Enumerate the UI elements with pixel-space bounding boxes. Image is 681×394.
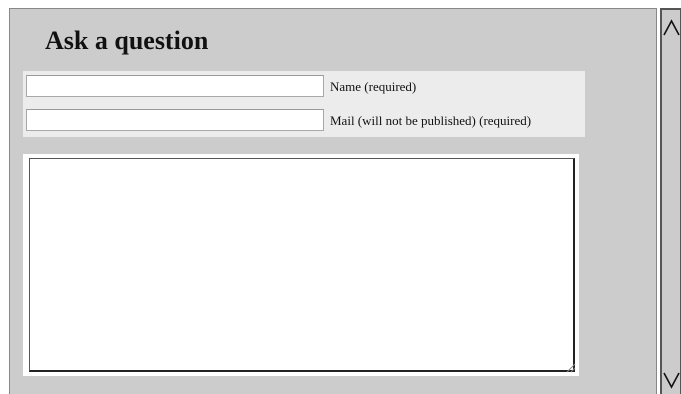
- mail-label: Mail (will not be published) (required): [330, 113, 532, 128]
- question-textarea[interactable]: [29, 158, 575, 372]
- name-input[interactable]: [26, 75, 324, 97]
- name-label: Name (required): [330, 79, 417, 94]
- chevron-down-icon[interactable]: [662, 368, 681, 390]
- question-frame: [23, 154, 579, 376]
- page-title: Ask a question: [45, 26, 209, 55]
- vertical-scrollbar[interactable]: [660, 8, 681, 394]
- contact-fields: Name (required) Mail (will not be publis…: [23, 71, 585, 137]
- ask-question-panel: Ask a question Name (required) Mail (wil…: [9, 8, 657, 394]
- chevron-up-icon[interactable]: [662, 18, 681, 40]
- resize-grip-icon[interactable]: [564, 361, 576, 373]
- mail-input[interactable]: [26, 109, 324, 131]
